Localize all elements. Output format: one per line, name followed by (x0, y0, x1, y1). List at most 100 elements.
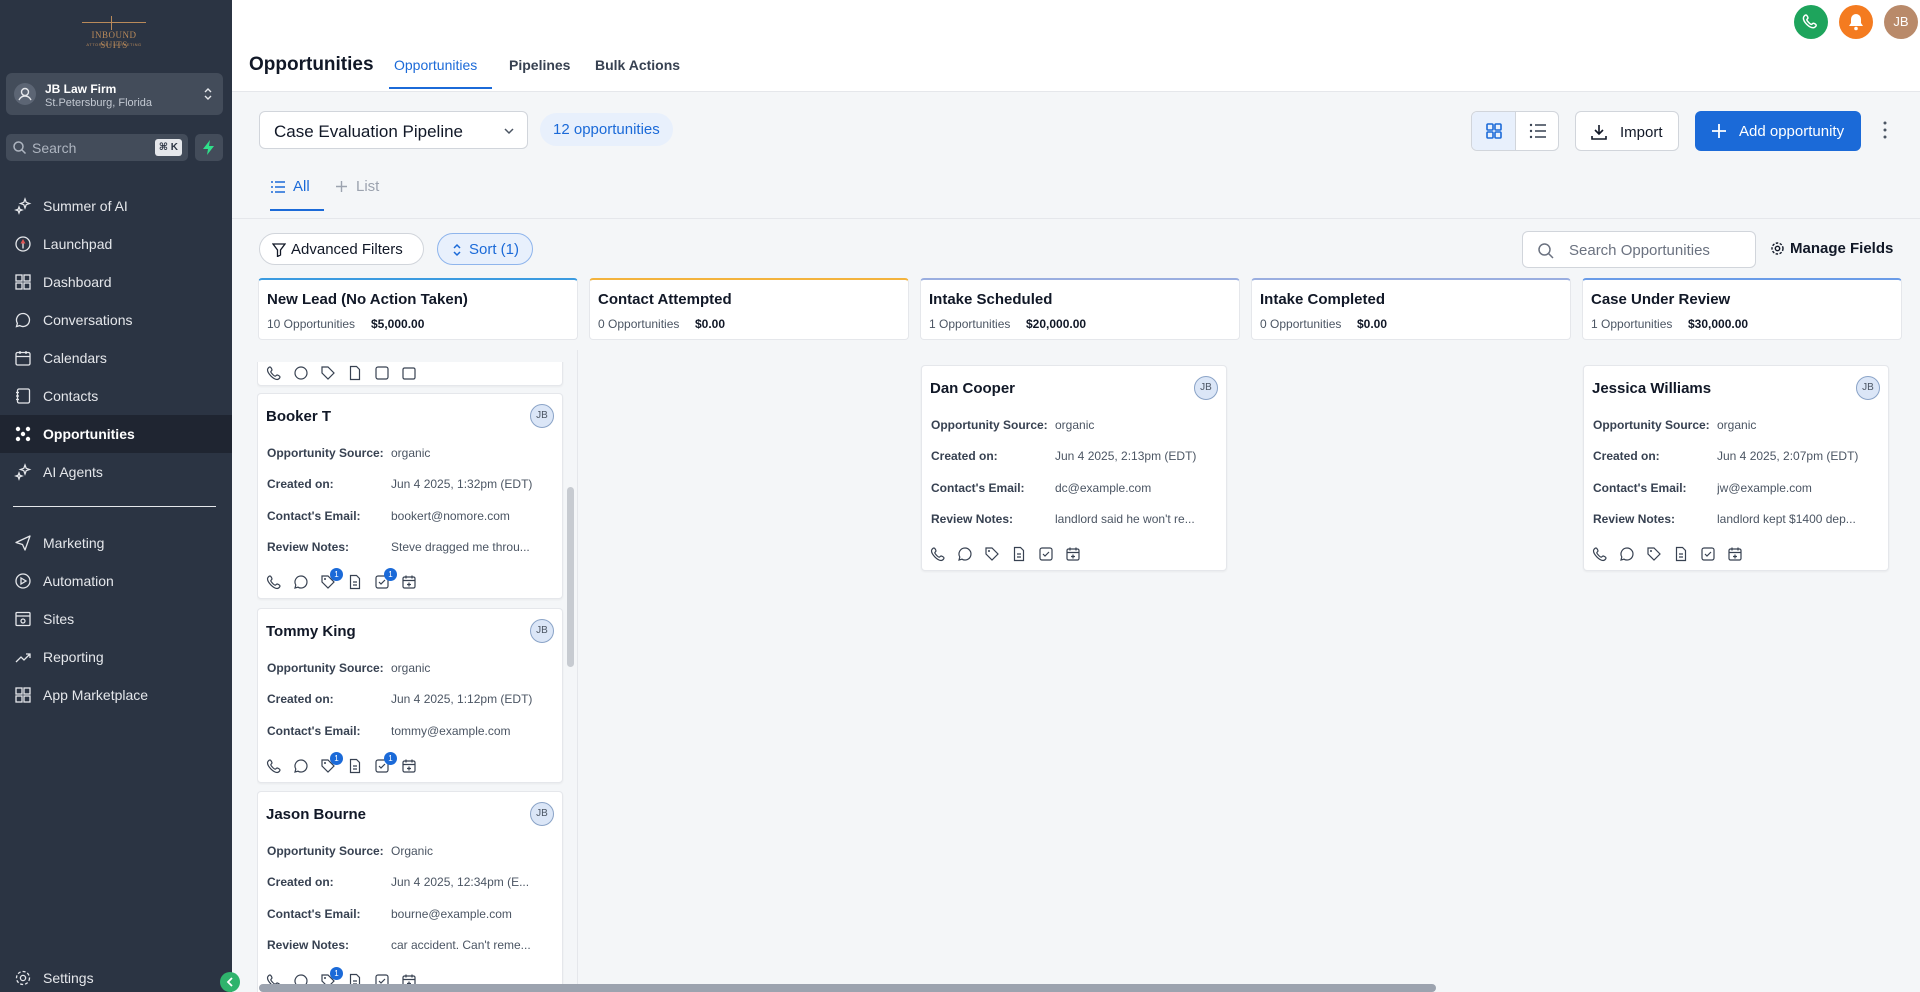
opportunity-card-booker-t[interactable]: Booker T JB Opportunity Source: organic … (257, 393, 563, 599)
appointment-icon[interactable] (401, 365, 417, 381)
task-icon[interactable] (1700, 546, 1716, 562)
document-icon[interactable] (1673, 546, 1689, 562)
sidebar-item-calendars[interactable]: Calendars (0, 339, 232, 377)
add-opportunity-button[interactable]: Add opportunity (1695, 111, 1861, 151)
assignee-avatar[interactable]: JB (530, 619, 554, 643)
sidebar-item-summer-of-ai[interactable]: Summer of AI (0, 187, 232, 225)
column-count: 1 Opportunities (1591, 317, 1673, 331)
advanced-filters-button[interactable]: Advanced Filters (259, 233, 424, 265)
view-toggle (1471, 111, 1559, 151)
notifications-button[interactable] (1839, 5, 1873, 39)
board-horizontal-scrollbar[interactable] (259, 984, 1436, 992)
send-icon (15, 535, 31, 551)
opportunity-card-jason-bourne[interactable]: Jason Bourne JB Opportunity Source: Orga… (257, 791, 563, 992)
phone-icon[interactable] (266, 574, 282, 590)
sidebar-item-dashboard[interactable]: Dashboard (0, 263, 232, 301)
column-title: Intake Scheduled (929, 291, 1053, 308)
shortcut-badge: ⌘ K (154, 139, 182, 156)
phone-button[interactable] (1794, 5, 1828, 39)
field-source-value: organic (391, 661, 431, 675)
field-label: Opportunity Source: (1593, 418, 1710, 432)
sidebar-item-launchpad[interactable]: Launchpad (0, 225, 232, 263)
document-icon[interactable] (1011, 546, 1027, 562)
list-view-button[interactable] (1516, 112, 1558, 150)
field-email-value: bookert@nomore.com (391, 509, 510, 523)
column-count: 10 Opportunities (267, 317, 356, 331)
gear-icon (1771, 242, 1784, 255)
sidebar-search[interactable]: Search ⌘ K (6, 134, 188, 161)
column-intake-scheduled[interactable]: Intake Scheduled 1 Opportunities $20,000… (920, 278, 1240, 340)
assignee-avatar[interactable]: JB (530, 802, 554, 826)
tab-pipelines[interactable]: Pipelines (509, 57, 570, 73)
company-logo[interactable]: INBOUND SUITS ATTORNEY MARKETING (78, 14, 150, 50)
search-placeholder: Search (32, 140, 77, 156)
sidebar-item-opportunities[interactable]: Opportunities (0, 415, 232, 453)
document-icon[interactable] (347, 365, 363, 381)
column-intake-completed[interactable]: Intake Completed 0 Opportunities $0.00 (1251, 278, 1571, 340)
sidebar-item-reporting[interactable]: Reporting (0, 638, 232, 676)
message-icon[interactable] (957, 546, 973, 562)
tag-icon[interactable] (320, 365, 336, 381)
field-label: Created on: (931, 449, 998, 463)
appointment-icon[interactable] (1065, 546, 1081, 562)
pipeline-select[interactable]: Case Evaluation Pipeline (259, 111, 528, 149)
more-options-icon[interactable] (1882, 119, 1888, 141)
column-scrollbar[interactable] (567, 487, 574, 667)
account-switcher[interactable]: JB Law Firm St.Petersburg, Florida (6, 73, 223, 115)
tab-opportunities[interactable]: Opportunities (394, 57, 477, 73)
document-icon[interactable] (347, 758, 363, 774)
column-new-lead-cards[interactable]: Booker T JB Opportunity Source: organic … (257, 362, 573, 992)
search-opportunities-input[interactable]: Search Opportunities (1522, 231, 1756, 268)
assignee-avatar[interactable]: JB (1856, 376, 1880, 400)
assignee-avatar[interactable]: JB (1194, 376, 1218, 400)
opportunity-card-dan-cooper[interactable]: Dan Cooper JB Opportunity Source: organi… (921, 365, 1227, 571)
tag-count-badge: 1 (330, 967, 343, 980)
user-avatar[interactable]: JB (1884, 5, 1918, 39)
phone-icon[interactable] (1592, 546, 1608, 562)
sidebar-item-app-marketplace[interactable]: App Marketplace (0, 676, 232, 714)
card-title: Booker T (266, 408, 332, 425)
sidebar-item-settings[interactable]: Settings (0, 959, 232, 992)
sidebar-item-sites[interactable]: Sites (0, 600, 232, 638)
phone-icon[interactable] (266, 365, 282, 381)
tab-bulk-actions[interactable]: Bulk Actions (595, 57, 680, 73)
column-new-lead[interactable]: New Lead (No Action Taken) 10 Opportunit… (258, 278, 578, 340)
board-view-button[interactable] (1472, 112, 1516, 150)
tag-count-badge: 1 (330, 752, 343, 765)
phone-icon[interactable] (930, 546, 946, 562)
opportunity-card-jessica-williams[interactable]: Jessica Williams JB Opportunity Source: … (1583, 365, 1889, 571)
tag-icon[interactable] (984, 546, 1000, 562)
document-icon[interactable] (347, 574, 363, 590)
phone-icon[interactable] (266, 758, 282, 774)
column-case-under-review[interactable]: Case Under Review 1 Opportunities $30,00… (1582, 278, 1902, 340)
sidebar-item-automation[interactable]: Automation (0, 562, 232, 600)
card-title: Jessica Williams (1592, 380, 1712, 397)
appointment-icon[interactable] (401, 758, 417, 774)
column-title: Case Under Review (1591, 291, 1731, 308)
import-button[interactable]: Import (1575, 111, 1679, 151)
column-contact-attempted[interactable]: Contact Attempted 0 Opportunities $0.00 (589, 278, 909, 340)
field-notes-value: Steve dragged me throu... (391, 540, 530, 554)
sidebar-item-ai-agents[interactable]: AI Agents (0, 453, 232, 491)
chevron-updown-icon (204, 88, 212, 100)
assignee-avatar[interactable]: JB (530, 404, 554, 428)
sidebar-item-contacts[interactable]: Contacts (0, 377, 232, 415)
opportunity-card-tommy-king[interactable]: Tommy King JB Opportunity Source: organi… (257, 608, 563, 783)
sort-button[interactable]: Sort (1) (437, 233, 533, 265)
task-icon[interactable] (374, 365, 390, 381)
tag-icon[interactable] (1646, 546, 1662, 562)
appointment-icon[interactable] (1727, 546, 1743, 562)
message-icon[interactable] (293, 365, 309, 381)
appointment-icon[interactable] (401, 574, 417, 590)
field-source-value: organic (391, 446, 431, 460)
quick-action-button[interactable] (195, 134, 223, 161)
opportunity-card[interactable] (257, 362, 563, 386)
collapse-sidebar-button[interactable] (220, 972, 240, 992)
task-icon[interactable] (1038, 546, 1054, 562)
message-icon[interactable] (1619, 546, 1635, 562)
message-icon[interactable] (293, 574, 309, 590)
message-icon[interactable] (293, 758, 309, 774)
sidebar-item-conversations[interactable]: Conversations (0, 301, 232, 339)
sidebar-item-marketing[interactable]: Marketing (0, 524, 232, 562)
account-name: JB Law Firm (45, 82, 117, 96)
